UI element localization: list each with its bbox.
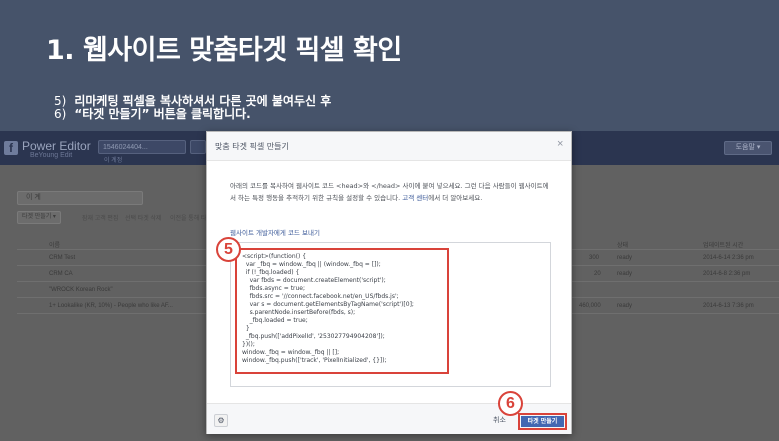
edit-audience-button[interactable]: 잠재 고객 편집: [82, 213, 118, 222]
code-line: _fbq.loaded = true;: [242, 317, 308, 324]
close-icon[interactable]: ×: [557, 138, 563, 150]
code-line: window._fbq.push(['track', 'PixelInitial…: [242, 357, 387, 364]
help-menu-button[interactable]: 도움말 ▾: [724, 141, 772, 155]
step-list: 5) 리마케팅 픽셀을 복사하셔서 다른 곳에 붙여두신 후 6) “타겟 만들기”…: [54, 95, 331, 121]
code-line: fbds.src = '//connect.facebook.net/en_US…: [242, 293, 399, 300]
code-line: var s = document.getElementsByTagName('s…: [242, 301, 414, 308]
code-line: if (!_fbq.loaded) {: [242, 269, 300, 276]
account-search-button[interactable]: [190, 140, 206, 154]
dialog-description: 아래의 코드를 복사하여 웹사이트 코드 <head>와 </head> 사이에…: [230, 180, 552, 204]
row-size: 20: [594, 271, 601, 277]
step-callout-6: 6: [498, 391, 523, 416]
step-text: “타겟 만들기” 버튼을 클릭합니다.: [74, 107, 251, 121]
pixel-code-textarea[interactable]: <script>(function() { var _fbq = window.…: [230, 242, 551, 387]
step-callout-5: 5: [216, 237, 241, 262]
column-header-status: 상태: [617, 243, 629, 249]
row-updated: 2014-6-8 2:36 pm: [703, 271, 751, 277]
filter-select[interactable]: 이 계: [17, 191, 143, 205]
row-name: CRM Test: [49, 255, 76, 261]
dialog-header: 맞춤 타겟 픽셀 만들기 ×: [207, 132, 571, 161]
code-line: fbds.async = true;: [242, 285, 306, 292]
create-pixel-dialog: 맞춤 타겟 픽셀 만들기 × 아래의 코드를 복사하여 웹사이트 코드 <hea…: [206, 131, 572, 434]
row-status: ready: [617, 255, 633, 261]
code-line: })();: [242, 341, 255, 348]
gear-icon[interactable]: ⚙: [214, 414, 228, 427]
code-line: s.parentNode.insertBefore(fbds, s);: [242, 309, 356, 316]
row-updated: 2014-6-14 2:36 pm: [703, 255, 754, 261]
facebook-logo-icon: f: [4, 141, 18, 155]
step-text: 리마케팅 픽셀을 복사하셔서 다른 곳에 붙여두신 후: [74, 94, 332, 108]
dialog-title: 맞춤 타겟 픽셀 만들기: [215, 142, 289, 151]
row-name: 1+ Lookalike (KR, 10%) - People who like…: [49, 303, 173, 309]
send-to-developer-link[interactable]: 웹사이트 개발자에게 코드 보내기: [230, 227, 320, 237]
step-number: 5): [54, 94, 67, 108]
description-text: 아래의 코드를 복사하여 웹사이트 코드 <head>와 </head> 사이에…: [230, 182, 549, 202]
delete-audience-button[interactable]: 선택 타겟 삭제: [125, 213, 161, 222]
code-line: }: [242, 325, 250, 332]
code-line: var fbds = document.createElement('scrip…: [242, 277, 386, 284]
row-size: 300: [589, 255, 600, 261]
row-updated: 2014-6-13 7:36 pm: [703, 303, 754, 309]
account-subtitle: 이 계정: [104, 158, 123, 164]
account-select[interactable]: 1546024404...: [98, 140, 186, 154]
row-name: "WROCK Korean Rock": [49, 287, 113, 293]
slide-title: 1. 웹사이트 맞춤타겟 픽셀 확인: [46, 35, 402, 66]
code-line: <script>(function() {: [242, 253, 307, 260]
help-center-link[interactable]: 고객 센터: [402, 194, 428, 202]
app-subtitle: BeYoung Edit: [30, 152, 73, 159]
create-audience-dropdown[interactable]: 타겟 만들기 ▾: [17, 211, 61, 224]
column-header-name: 이름: [49, 243, 61, 249]
row-status: ready: [617, 271, 633, 277]
code-line: var _fbq = window._fbq || (window._fbq =…: [242, 261, 381, 268]
create-audience-button[interactable]: 타겟 만들기: [521, 416, 564, 427]
description-tail: 에서 더 알아보세요.: [428, 194, 483, 202]
code-highlight-box: <script>(function() { var _fbq = window.…: [235, 248, 449, 374]
step-number: 6): [54, 107, 67, 121]
code-line: window._fbq = window._fbq || [];: [242, 349, 340, 356]
step-item: 6) “타겟 만들기” 버튼을 클릭합니다.: [54, 108, 331, 121]
code-line: _fbq.push(['addPixelId', '25302779490420…: [242, 333, 385, 340]
row-size: 460,000: [579, 303, 601, 309]
row-status: ready: [617, 303, 633, 309]
column-header-updated: 업데이트된 시간: [703, 243, 744, 249]
row-name: CRM CA: [49, 271, 73, 277]
create-button-highlight: 타겟 만들기: [518, 413, 567, 430]
app-name: Power Editor: [22, 139, 91, 153]
cancel-button[interactable]: 취소: [493, 415, 506, 425]
